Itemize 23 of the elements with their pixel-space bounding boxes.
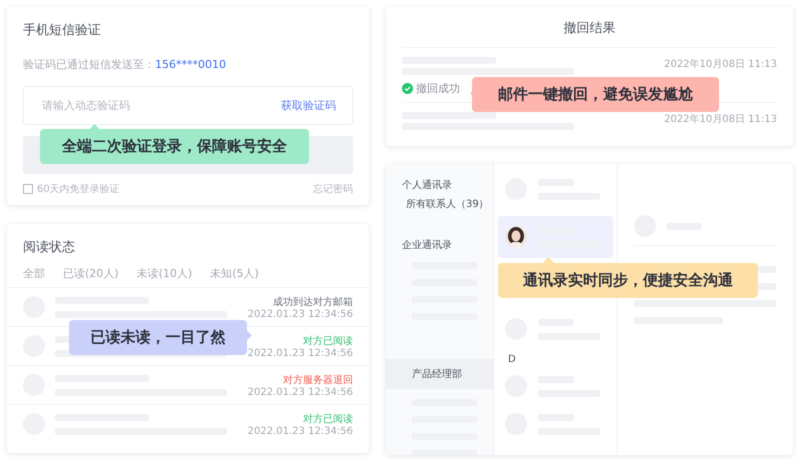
timestamp: 2022.01.23 12:34:56 (248, 386, 353, 398)
card-title: 手机短信验证 (23, 22, 102, 39)
recall-status: 撤回成功 (416, 81, 460, 96)
timestamp: 2022.01.23 12:34:56 (248, 426, 353, 436)
group-title: 企业通讯录 (401, 238, 453, 252)
timestamp: 2022.01.23 12:34:56 (248, 348, 353, 358)
sms-sent-text: 验证码已通过短信发送至：156****0010 (23, 57, 227, 72)
feature-callout: 邮件一键撤回，避免误发尴尬 (472, 77, 719, 112)
timestamp: 2022年10月08日 11:13 (664, 113, 777, 127)
delivery-status: 成功到达对方邮箱 (272, 296, 353, 308)
remember-label: 60天内免登录验证 (37, 182, 120, 196)
delivery-status: 对方服务器退回 (282, 374, 353, 386)
card-title: 阅读状态 (22, 239, 76, 256)
delivery-status: 对方已阅读 (302, 412, 353, 426)
card-title: 撤回结果 (562, 21, 616, 37)
delivery-status: 对方已阅读 (302, 334, 353, 348)
group-title: 个人通讯录 (401, 178, 453, 192)
feature-callout: 全端二次验证登录，保障账号安全 (40, 129, 309, 164)
feature-callout: 通讯录实时同步，便捷安全沟通 (498, 263, 758, 298)
timestamp: 2022年10月08日 11:13 (664, 58, 777, 72)
timestamp: 2022.01.23 12:34:56 (248, 308, 353, 320)
index-letter: D (507, 353, 517, 367)
feature-callout: 已读未读，一目了然 (69, 320, 247, 355)
